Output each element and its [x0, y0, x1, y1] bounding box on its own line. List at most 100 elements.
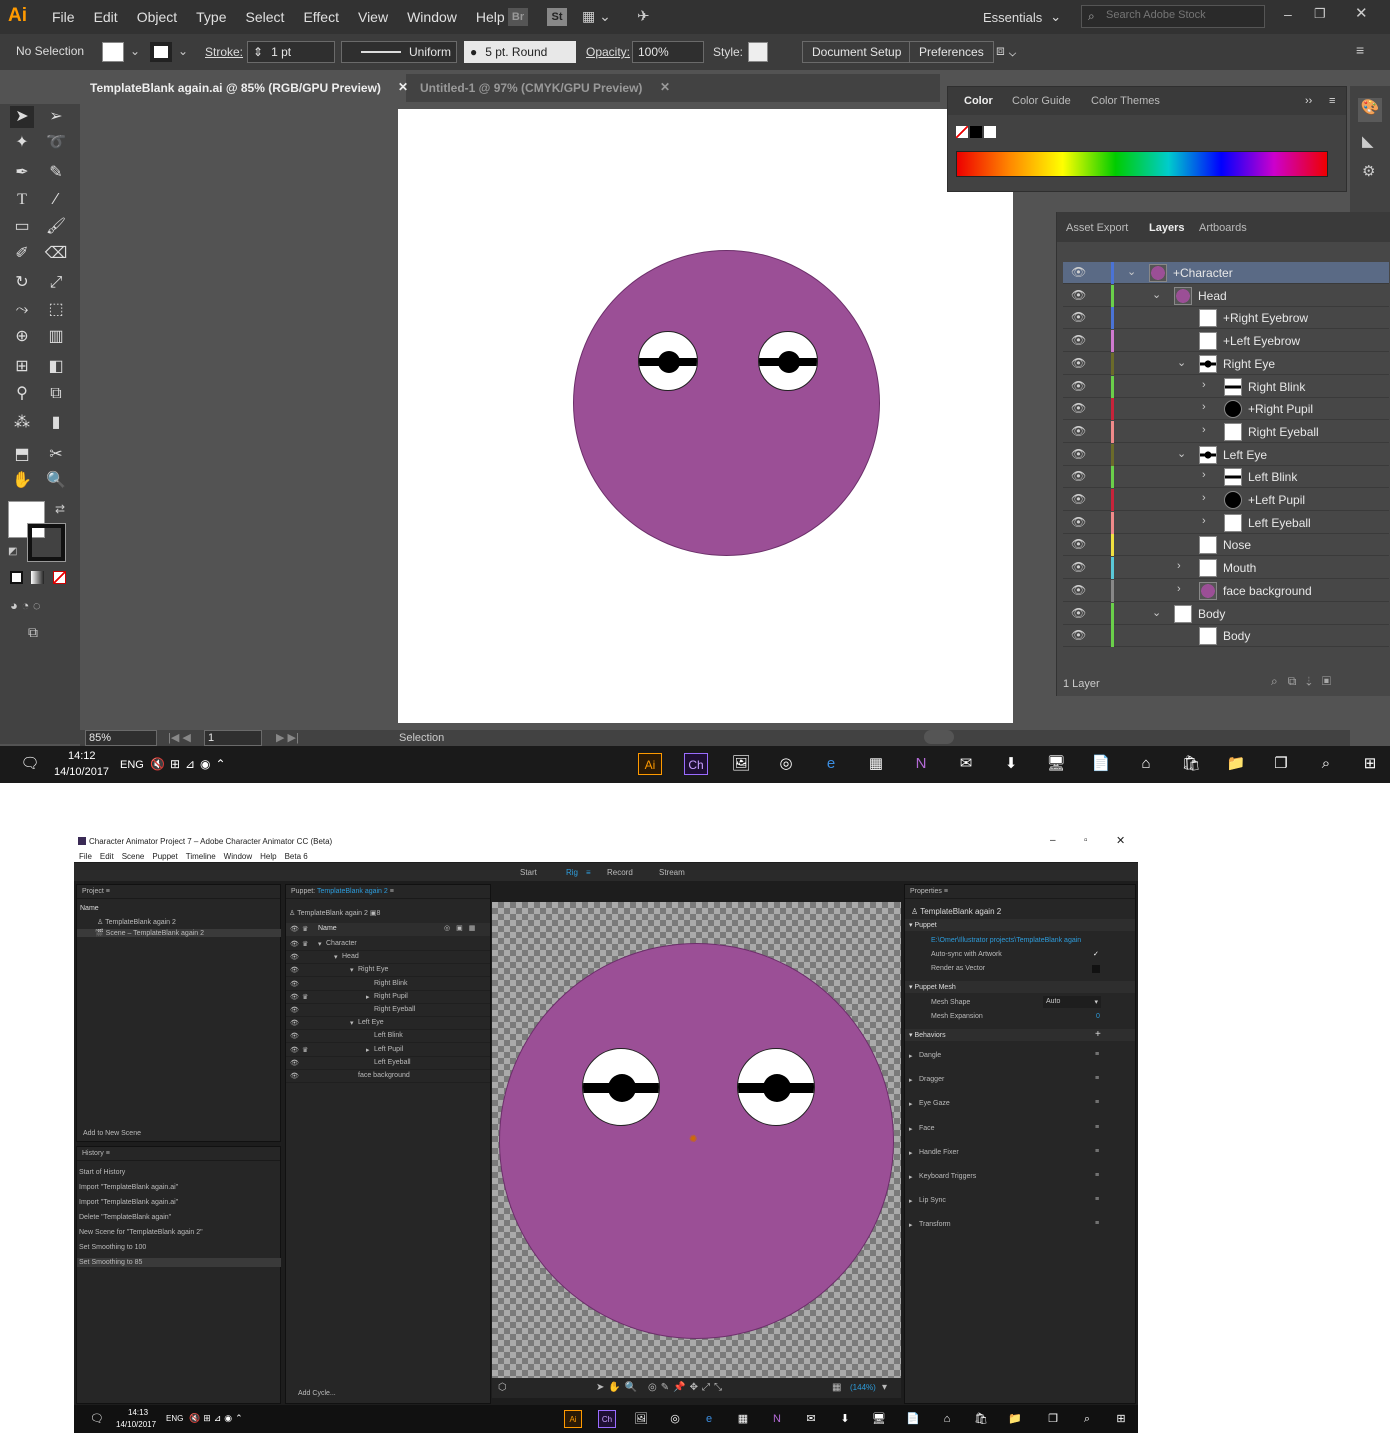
visibility-eye-icon[interactable]: 👁 [1071, 401, 1086, 415]
crown-icon[interactable]: ♛ [302, 993, 308, 1001]
tab-templateblank[interactable]: TemplateBlank again.ai @ 85% (RGB/GPU Pr… [80, 74, 408, 102]
layer-row[interactable]: 👁 ⌄ Body [1063, 602, 1389, 625]
puppet-left-eye[interactable] [737, 1048, 815, 1126]
ch-menu-beta[interactable]: Beta 6 [285, 852, 308, 861]
restore-icon[interactable]: ❐ [1314, 6, 1326, 22]
puppet-layer-row[interactable]: 👁 ♛ ▾ Character [286, 938, 490, 951]
visibility-eye-icon[interactable]: 👁 [1071, 356, 1086, 370]
visibility-eye-icon[interactable]: 👁 [1071, 492, 1086, 506]
magic-wand-icon[interactable]: ✦ [10, 132, 34, 154]
file-explorer-icon[interactable]: 📁 [1006, 1410, 1024, 1428]
behavior-row[interactable]: ▸ Dangle ≡ [905, 1047, 1135, 1069]
layer-row[interactable]: 👁 › Right Blink [1063, 375, 1389, 398]
chevron-right-icon[interactable]: ▸ [366, 1046, 370, 1054]
layer-row[interactable]: 👁 +Left Eyebrow [1063, 330, 1389, 353]
align-icon[interactable]: ⧈ ⌄ [996, 42, 1016, 59]
project-name-column[interactable]: Name [80, 905, 99, 912]
style-swatch[interactable] [748, 42, 768, 62]
slice-tool-icon[interactable]: ✂ [44, 444, 68, 466]
chevron-right-icon[interactable]: ▸ [909, 1221, 913, 1229]
chevron-right-icon[interactable]: ▸ [909, 1076, 913, 1084]
history-item[interactable]: New Scene for "TemplateBlank again 2" [79, 1229, 203, 1236]
mode-record[interactable]: Record [607, 868, 633, 877]
behavior-menu-icon[interactable]: ≡ [1095, 1220, 1099, 1227]
add-behavior-icon[interactable]: + [1095, 1029, 1101, 1040]
pen-tool-icon[interactable]: ✒ [10, 162, 34, 184]
menu-effect[interactable]: Effect [303, 9, 339, 25]
visibility-eye-icon[interactable]: 👁 [1071, 288, 1086, 302]
edge-icon[interactable]: e [700, 1410, 718, 1428]
character-animator-taskbar-icon[interactable]: Ch [684, 753, 708, 775]
behavior-menu-icon[interactable]: ≡ [1095, 1099, 1099, 1106]
document-setup-button[interactable]: Document Setup [802, 41, 912, 63]
panel-menu-icon[interactable]: ≡ [1356, 42, 1364, 58]
hand-tool-icon[interactable]: ✋ [10, 470, 34, 492]
default-colors-icon[interactable]: ◩ [8, 546, 17, 557]
line-tool-icon[interactable]: ⁄ [44, 189, 68, 211]
layer-row[interactable]: 👁 Nose [1063, 534, 1389, 557]
visibility-eye-icon[interactable]: 👁 [1071, 424, 1086, 438]
ch-menu-help[interactable]: Help [260, 852, 276, 861]
task-view-icon[interactable]: ❐ [1044, 1410, 1062, 1428]
screen-mode-icon[interactable]: ⧉ [28, 624, 38, 641]
chrome-icon[interactable]: ◎ [666, 1410, 684, 1428]
display-icon[interactable]: 🖥 [870, 1410, 888, 1428]
render-vector-checkbox[interactable] [1092, 965, 1100, 973]
behavior-menu-icon[interactable]: ≡ [1095, 1196, 1099, 1203]
none-swatch[interactable] [956, 126, 968, 138]
section-puppet-mesh[interactable]: ▾ Puppet Mesh [905, 981, 1135, 993]
type-tool-icon[interactable]: T [10, 189, 34, 211]
puppet-layer-row[interactable]: 👁 Left Eyeball [286, 1057, 490, 1070]
swap-colors-icon[interactable]: ⇄ [55, 502, 65, 516]
tab-untitled[interactable]: Untitled-1 @ 97% (CMYK/GPU Preview) ✕ [410, 74, 670, 102]
history-item[interactable]: Import "TemplateBlank again.ai" [79, 1184, 178, 1191]
illustrator-taskbar-icon[interactable]: Ai [564, 1410, 582, 1428]
add-cycle-button[interactable]: Add Cycle... [298, 1390, 336, 1397]
color-spectrum[interactable] [956, 151, 1328, 177]
behavior-row[interactable]: ▸ Eye Gaze ≡ [905, 1095, 1135, 1117]
tab-artboards[interactable]: Artboards [1199, 222, 1247, 234]
selection-tool-icon[interactable]: ➤ [10, 106, 34, 128]
paintbrush-icon[interactable]: 🖌 [44, 216, 68, 238]
action-center-icon[interactable]: 🗨 [88, 1410, 106, 1428]
zoom-field[interactable]: 85% [85, 730, 157, 746]
arrange-icon[interactable]: ▦ ⌄ [582, 8, 611, 25]
project-item-scene[interactable]: 🎬 Scene – TemplateBlank again 2 [77, 929, 281, 937]
graph-tool-icon[interactable]: ▮ [44, 412, 68, 434]
chevron-down-icon[interactable]: ⌄ [1127, 265, 1136, 278]
chevron-right-icon[interactable]: › [1202, 469, 1206, 481]
app-icon[interactable]: ⬇ [836, 1410, 854, 1428]
origin-handle-icon[interactable]: ✺ [689, 1134, 697, 1145]
windows-start-icon[interactable]: ⊞ [1358, 753, 1382, 775]
chrome-icon[interactable]: ◎ [774, 753, 798, 775]
layer-row[interactable]: 👁 › Right Eyeball [1063, 420, 1389, 443]
gradient-tool-icon[interactable]: ◧ [44, 356, 68, 378]
chevron-down-icon[interactable]: ▾ [350, 966, 354, 974]
history-item[interactable]: Set Smoothing to 100 [79, 1244, 146, 1251]
opacity-label[interactable]: Opacity: [586, 45, 630, 59]
visibility-eye-icon[interactable]: 👁 [1071, 469, 1086, 483]
rig-menu-icon[interactable]: ≡ [586, 868, 591, 877]
none-mode-icon[interactable] [53, 571, 66, 584]
rotate-tool-icon[interactable]: ↻ [10, 272, 34, 294]
chevron-right-icon[interactable]: › [1202, 515, 1206, 527]
visibility-icon[interactable]: 👁 [290, 1046, 299, 1054]
layer-row[interactable]: 👁 › Left Blink [1063, 466, 1389, 489]
behavior-row[interactable]: ▸ Face ≡ [905, 1120, 1135, 1142]
visibility-eye-icon[interactable]: 👁 [1071, 537, 1086, 551]
document-icon[interactable]: 📄 [904, 1410, 922, 1428]
behavior-row[interactable]: ▸ Keyboard Triggers ≡ [905, 1168, 1135, 1190]
ch-menu-timeline[interactable]: Timeline [186, 852, 216, 861]
tab-layers[interactable]: Layers [1149, 222, 1184, 234]
close-tab-icon[interactable]: ✕ [660, 80, 670, 94]
visibility-icon[interactable]: 👁 [290, 1059, 299, 1067]
gpu-icon[interactable]: ✈ [637, 7, 650, 25]
onenote-icon[interactable]: N [768, 1410, 786, 1428]
section-behaviors[interactable]: ▾ Behaviors + [905, 1029, 1135, 1041]
minimize-icon[interactable]: – [1284, 6, 1292, 22]
ch-menu-scene[interactable]: Scene [122, 852, 145, 861]
character-animator-taskbar-icon[interactable]: Ch [598, 1410, 616, 1428]
ch-menu-file[interactable]: File [79, 852, 92, 861]
chevron-right-icon[interactable]: › [1202, 424, 1206, 436]
search-stock[interactable]: ⌕ [1081, 5, 1265, 28]
